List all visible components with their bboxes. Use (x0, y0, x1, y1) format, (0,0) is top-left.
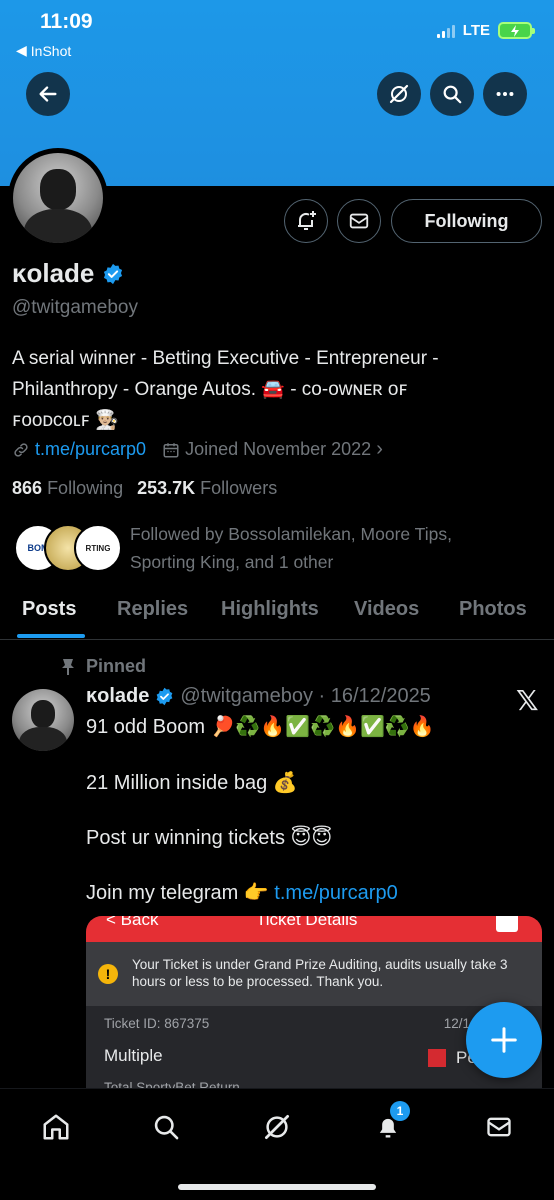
search-icon (443, 85, 462, 104)
nav-search[interactable] (146, 1107, 186, 1147)
bio-line: Philanthropy - Orange Autos. 🚘 - ᴄᴏ-ᴏᴡɴᴇ… (12, 379, 408, 400)
followed-by-avatars[interactable]: BOM RTING (14, 524, 122, 576)
ticket-home-icon (496, 916, 518, 932)
grok-button[interactable] (377, 72, 421, 116)
warning-icon: ! (98, 964, 118, 984)
profile-handle: @twitgameboy (12, 297, 138, 318)
status-time: 11:09 (40, 10, 93, 33)
profile-meta: t.me/purcarp0 Joined November 2022 › (12, 438, 383, 461)
bio-line: ꜰᴏᴏᴅᴄᴏʟꜰ 👨🏼‍🍳 (12, 410, 119, 431)
bio-line: A serial winner - Betting Executive - En… (12, 348, 439, 369)
profile-bio: A serial winner - Betting Executive - En… (12, 343, 542, 436)
active-tab-indicator (17, 634, 85, 638)
arrow-left-icon (39, 86, 57, 102)
chevron-right-icon: › (376, 438, 383, 460)
back-to-app-link[interactable]: ◀ InShot (16, 42, 71, 59)
profile-link[interactable]: t.me/purcarp0 (12, 439, 146, 460)
post-text-line: Join my telegram 👉 t.me/purcarp0 (86, 882, 398, 904)
post-text-line: Post ur winning tickets 😇😇 (86, 827, 333, 849)
followed-by-text[interactable]: Followed by Bossolamilekan, Moore Tips, … (130, 520, 540, 576)
post-text-line: 91 odd Boom 🏓♻️🔥✅♻️🔥✅♻️🔥 (86, 716, 435, 738)
tab-photos[interactable]: Photos (459, 598, 527, 621)
calendar-icon (163, 442, 179, 457)
status-indicators: LTE (436, 22, 535, 39)
grok-icon (389, 84, 409, 104)
follower-avatar: RTING (74, 524, 122, 572)
verified-badge-icon (104, 263, 123, 284)
ticket-title: Ticket Details (256, 916, 358, 929)
following-count[interactable]: 866 Following (12, 478, 123, 499)
ticket-date: 12/1 (443, 1016, 470, 1031)
x-logo-icon: 𝕏 (516, 685, 539, 716)
back-app-label: InShot (30, 42, 72, 59)
plus-icon (491, 1027, 517, 1053)
profile-name-row: ĸolade (12, 258, 124, 289)
joined-text: Joined November 2022 (185, 439, 372, 459)
back-button[interactable] (26, 72, 70, 116)
profile-name: ĸolade (12, 258, 95, 288)
signal-icon (436, 24, 455, 38)
envelope-icon (487, 1117, 511, 1137)
more-button[interactable] (483, 72, 527, 116)
home-indicator (178, 1184, 376, 1190)
tab-posts[interactable]: Posts (22, 598, 76, 621)
follow-counts: 866 Following 253.7K Followers (12, 478, 277, 499)
network-label: LTE (462, 22, 490, 39)
pinned-label-row: Pinned (60, 656, 146, 677)
grok-icon (265, 1115, 289, 1139)
post-author-avatar[interactable] (12, 689, 74, 751)
profile-avatar[interactable] (8, 148, 108, 248)
ticket-id: Ticket ID: 867375 (104, 1016, 210, 1031)
nav-grok[interactable] (257, 1107, 297, 1147)
post-author-meta: @twitgameboy · 16/12/2025 (180, 685, 431, 707)
compose-button[interactable] (466, 1002, 542, 1078)
tab-replies[interactable]: Replies (117, 598, 188, 621)
post-header: ĸolade @twitgameboy · 16/12/2025 (86, 685, 431, 708)
ticket-type: Multiple (104, 1046, 163, 1065)
notify-button[interactable] (284, 199, 328, 243)
back-triangle-icon: ◀ (16, 42, 27, 58)
followers-count[interactable]: 253.7K Followers (137, 478, 277, 499)
post-telegram-link[interactable]: t.me/purcarp0 (274, 882, 397, 904)
ticket-back: < Back (106, 916, 159, 929)
post-media-image[interactable]: < Back Ticket Details ! Your Ticket is u… (86, 916, 542, 1096)
post-text-line: 21 Million inside bag 💰 (86, 772, 298, 794)
search-icon (154, 1115, 179, 1140)
envelope-icon (349, 213, 369, 229)
profile-tabs: Posts Replies Highlights Videos Photos (0, 584, 554, 640)
nav-home[interactable] (36, 1107, 76, 1147)
nav-notifications[interactable]: 1 (368, 1101, 410, 1147)
joined-date[interactable]: Joined November 2022 › (162, 438, 383, 461)
more-dots-icon (496, 91, 514, 97)
tab-videos[interactable]: Videos (354, 598, 419, 621)
search-button[interactable] (430, 72, 474, 116)
battery-icon (498, 22, 535, 39)
profile-link-text[interactable]: t.me/purcarp0 (35, 439, 146, 460)
post-author-name[interactable]: ĸolade (86, 685, 149, 708)
following-button[interactable]: Following (391, 199, 542, 243)
message-button[interactable] (337, 199, 381, 243)
notification-badge: 1 (390, 1101, 410, 1121)
tab-highlights[interactable]: Highlights (221, 598, 319, 621)
nav-messages[interactable] (479, 1107, 519, 1147)
home-icon (43, 1114, 69, 1140)
pin-icon (62, 658, 74, 675)
link-icon (14, 442, 28, 457)
bell-plus-icon (298, 211, 316, 230)
ticket-notice: ! Your Ticket is under Grand Prize Audit… (86, 942, 542, 1006)
verified-badge-icon (157, 687, 173, 706)
pinned-label: Pinned (86, 656, 147, 676)
